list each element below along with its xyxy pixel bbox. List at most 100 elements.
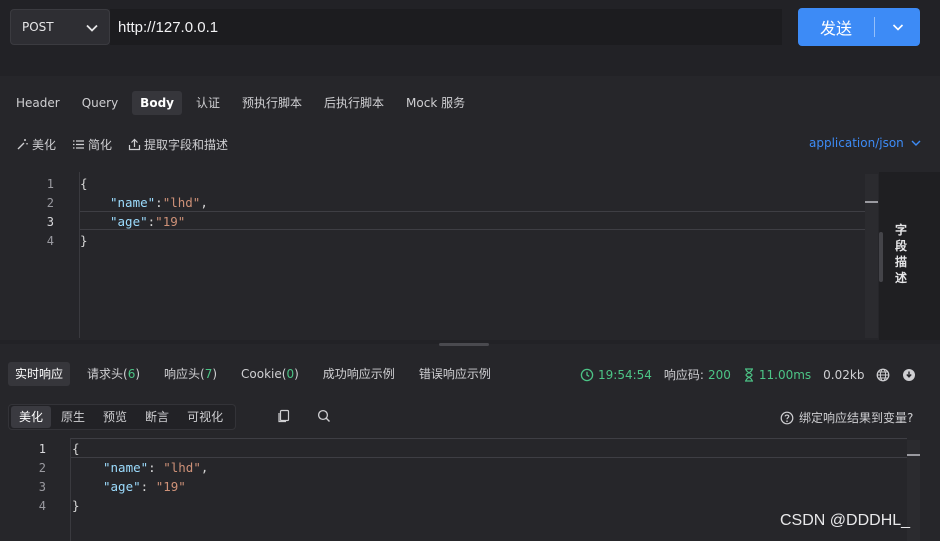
clock-icon xyxy=(580,368,594,381)
copy-button[interactable] xyxy=(277,409,291,426)
tab-cookie[interactable]: Cookie(0) xyxy=(234,362,306,386)
tab-label: ) xyxy=(294,367,299,381)
status-code: 响应码: 200 xyxy=(664,366,731,383)
brace-open: { xyxy=(80,176,88,191)
status-code-value: 200 xyxy=(707,367,731,382)
upload-icon xyxy=(128,138,141,151)
request-body-editor[interactable]: 1 2 3 4 { "name":"lhd", "age":"19" } xyxy=(0,172,878,338)
chevron-down-icon xyxy=(911,140,921,146)
response-time: 19:54:54 xyxy=(580,368,652,382)
url-value: http://127.0.0.1 xyxy=(118,18,219,36)
extract-fields-button[interactable]: 提取字段和描述 xyxy=(128,136,228,153)
field-description-panel-toggle[interactable]: 字段描述 xyxy=(879,172,940,340)
format-visualize[interactable]: 可视化 xyxy=(179,406,231,428)
tab-body[interactable]: Body xyxy=(132,91,182,115)
tab-post-script[interactable]: 后执行脚本 xyxy=(316,91,392,115)
json-key: "age" xyxy=(103,479,141,494)
download-button[interactable] xyxy=(902,368,916,382)
size-value: 0.02kb xyxy=(823,367,865,382)
list-icon xyxy=(73,140,85,149)
magic-wand-icon xyxy=(17,139,28,150)
format-assert[interactable]: 断言 xyxy=(137,406,177,428)
json-value: "lhd" xyxy=(162,195,201,210)
scroll-marker xyxy=(865,201,878,203)
tab-error-example[interactable]: 错误响应示例 xyxy=(412,362,498,386)
code-line: "name":"lhd", xyxy=(110,195,208,210)
tab-label: ) xyxy=(135,367,141,381)
tab-mock[interactable]: Mock 服务 xyxy=(398,91,473,115)
field-description-label: 字段描述 xyxy=(894,223,907,285)
url-input[interactable]: http://127.0.0.1 xyxy=(110,9,782,45)
count-badge: 0 xyxy=(286,367,295,381)
line-number: 4 xyxy=(38,499,46,513)
line-number: 3 xyxy=(46,215,54,229)
search-button[interactable] xyxy=(317,409,331,426)
response-size: 0.02kb xyxy=(823,368,864,382)
tab-label: 请求头( xyxy=(87,367,128,381)
download-icon xyxy=(903,368,916,381)
response-tabs: 实时响应 请求头(6) 响应头(7) Cookie(0) 成功响应示例 错误响应… xyxy=(8,362,508,386)
json-value: "lhd" xyxy=(163,460,201,475)
code-line: "age": "19" xyxy=(103,479,186,494)
code-line: } xyxy=(80,233,88,248)
code-line: } xyxy=(72,498,80,513)
line-number: 1 xyxy=(46,177,54,191)
content-type-select[interactable]: application/json xyxy=(809,136,922,150)
line-number: 4 xyxy=(46,234,54,248)
format-raw[interactable]: 原生 xyxy=(53,406,93,428)
editor-scrollbar[interactable] xyxy=(865,174,878,338)
copy-icon xyxy=(278,409,290,423)
format-beautify[interactable]: 美化 xyxy=(11,406,52,428)
beautify-label: 美化 xyxy=(32,138,57,152)
tab-query[interactable]: Query xyxy=(74,91,126,115)
splitter-grip[interactable] xyxy=(439,343,489,346)
send-button[interactable]: 发送 xyxy=(798,8,920,46)
tab-request-headers[interactable]: 请求头(6) xyxy=(80,362,147,386)
status-code-label: 响应码: xyxy=(663,368,704,382)
simplify-button[interactable]: 简化 xyxy=(72,136,112,153)
tab-realtime-response[interactable]: 实时响应 xyxy=(8,362,71,386)
json-key: "name" xyxy=(103,460,149,475)
line-number: 3 xyxy=(38,480,46,494)
send-dropdown[interactable] xyxy=(875,20,920,34)
time-value: 19:54:54 xyxy=(598,367,652,382)
json-key: "name" xyxy=(110,195,156,210)
watermark: CSDN @DDDHL_ xyxy=(780,512,911,529)
hourglass-icon xyxy=(744,367,753,382)
panel-handle xyxy=(879,232,883,282)
method-select[interactable]: POST xyxy=(10,9,110,45)
tab-pre-script[interactable]: 预执行脚本 xyxy=(234,91,310,115)
tab-header[interactable]: Header xyxy=(8,91,68,115)
tab-success-example[interactable]: 成功响应示例 xyxy=(316,362,402,386)
code-line: "name": "lhd", xyxy=(103,460,209,475)
duration-value: 11.00ms xyxy=(758,367,812,382)
format-preview[interactable]: 预览 xyxy=(95,406,135,428)
scroll-marker xyxy=(907,454,920,456)
response-duration: 11.00ms xyxy=(743,368,811,382)
body-toolbar: 美化 简化 提取字段和描述 xyxy=(16,136,244,153)
tab-label: 响应头( xyxy=(164,367,205,381)
tab-auth[interactable]: 认证 xyxy=(188,91,228,115)
current-line-highlight xyxy=(71,438,907,458)
bind-response-to-variable[interactable]: 绑定响应结果到变量? xyxy=(780,409,913,426)
response-format-group: 美化 原生 预览 断言 可视化 xyxy=(8,404,237,430)
request-tabs: Header Query Body 认证 预执行脚本 后执行脚本 Mock 服务 xyxy=(8,91,479,115)
tab-label: Cookie( xyxy=(241,367,287,381)
current-line-highlight xyxy=(80,211,876,230)
simplify-label: 简化 xyxy=(88,138,113,152)
globe-button[interactable] xyxy=(876,368,890,382)
bind-variable-label: 绑定响应结果到变量? xyxy=(799,411,914,425)
tab-response-headers[interactable]: 响应头(7) xyxy=(157,362,224,386)
line-number: 1 xyxy=(38,442,46,456)
globe-icon xyxy=(877,368,890,381)
tab-label: ) xyxy=(212,367,218,381)
question-circle-icon xyxy=(780,411,794,424)
json-value: "19" xyxy=(155,479,186,494)
chevron-down-icon xyxy=(86,24,98,32)
search-icon xyxy=(317,409,330,422)
pane-splitter[interactable] xyxy=(0,340,940,346)
line-number: 2 xyxy=(46,196,54,210)
send-label: 发送 xyxy=(819,19,852,38)
beautify-button[interactable]: 美化 xyxy=(16,136,56,153)
editor-gutter-divider xyxy=(79,172,80,338)
